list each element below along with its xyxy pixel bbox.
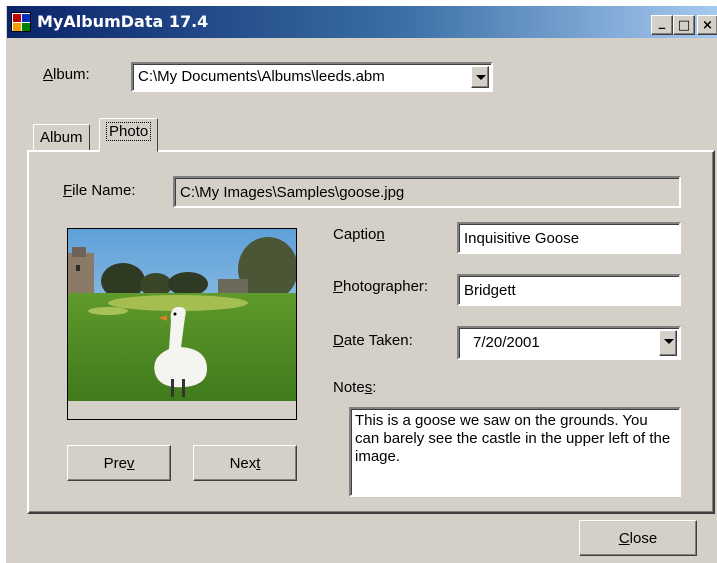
tab-album[interactable]: Album [33,124,90,151]
album-path-value: C:\My Documents\Albums\leeds.abm [138,68,385,85]
close-window-button[interactable]: × [697,15,717,35]
notes-value: This is a goose we saw on the grounds. Y… [355,412,671,465]
maximize-button[interactable]: □ [673,15,695,35]
notes-textarea[interactable]: This is a goose we saw on the grounds. Y… [349,407,681,497]
maximize-icon: □ [677,17,691,33]
minimize-button[interactable]: _ [651,15,673,35]
prev-button[interactable]: Pre v [67,445,171,481]
close-button[interactable]: Close [579,520,697,556]
close-icon: × [702,17,713,33]
notes-label: Notes: [333,379,377,396]
date-taken-label: Date Taken: [333,332,413,349]
caption-value: Inquisitive Goose [464,230,580,247]
window-title: MyAlbumData 17.4 [37,12,209,31]
calendar-dropdown-icon[interactable] [659,330,677,356]
next-button[interactable]: Nex t [193,445,297,481]
date-taken-picker[interactable]: 7/20/2001 [457,326,681,360]
photographer-label: Photographer: [333,278,429,295]
file-name-value: C:\My Images\Samples\goose.jpg [180,184,405,201]
tab-photo[interactable]: Photo [99,118,159,152]
goose-photo [68,229,296,401]
file-name-field[interactable]: C:\My Images\Samples\goose.jpg [173,176,681,208]
app-icon[interactable] [11,12,31,32]
caption-label: Caption [333,226,385,243]
photographer-input[interactable]: Bridgett [457,274,681,306]
photo-frame [67,228,297,420]
album-label: Album: [43,66,90,83]
photographer-value: Bridgett [464,282,516,299]
file-name-label: File Name: [63,182,136,199]
chevron-down-icon[interactable] [471,66,489,88]
album-select[interactable]: C:\My Documents\Albums\leeds.abm [131,62,493,92]
date-taken-value: 7/20/2001 [473,334,540,351]
minimize-icon: _ [658,14,666,30]
caption-input[interactable]: Inquisitive Goose [457,222,681,254]
title-bar[interactable]: MyAlbumData 17.4 _ □ × [7,6,717,38]
app-window: MyAlbumData 17.4 _ □ × Album: C:\My Docu… [6,6,717,563]
